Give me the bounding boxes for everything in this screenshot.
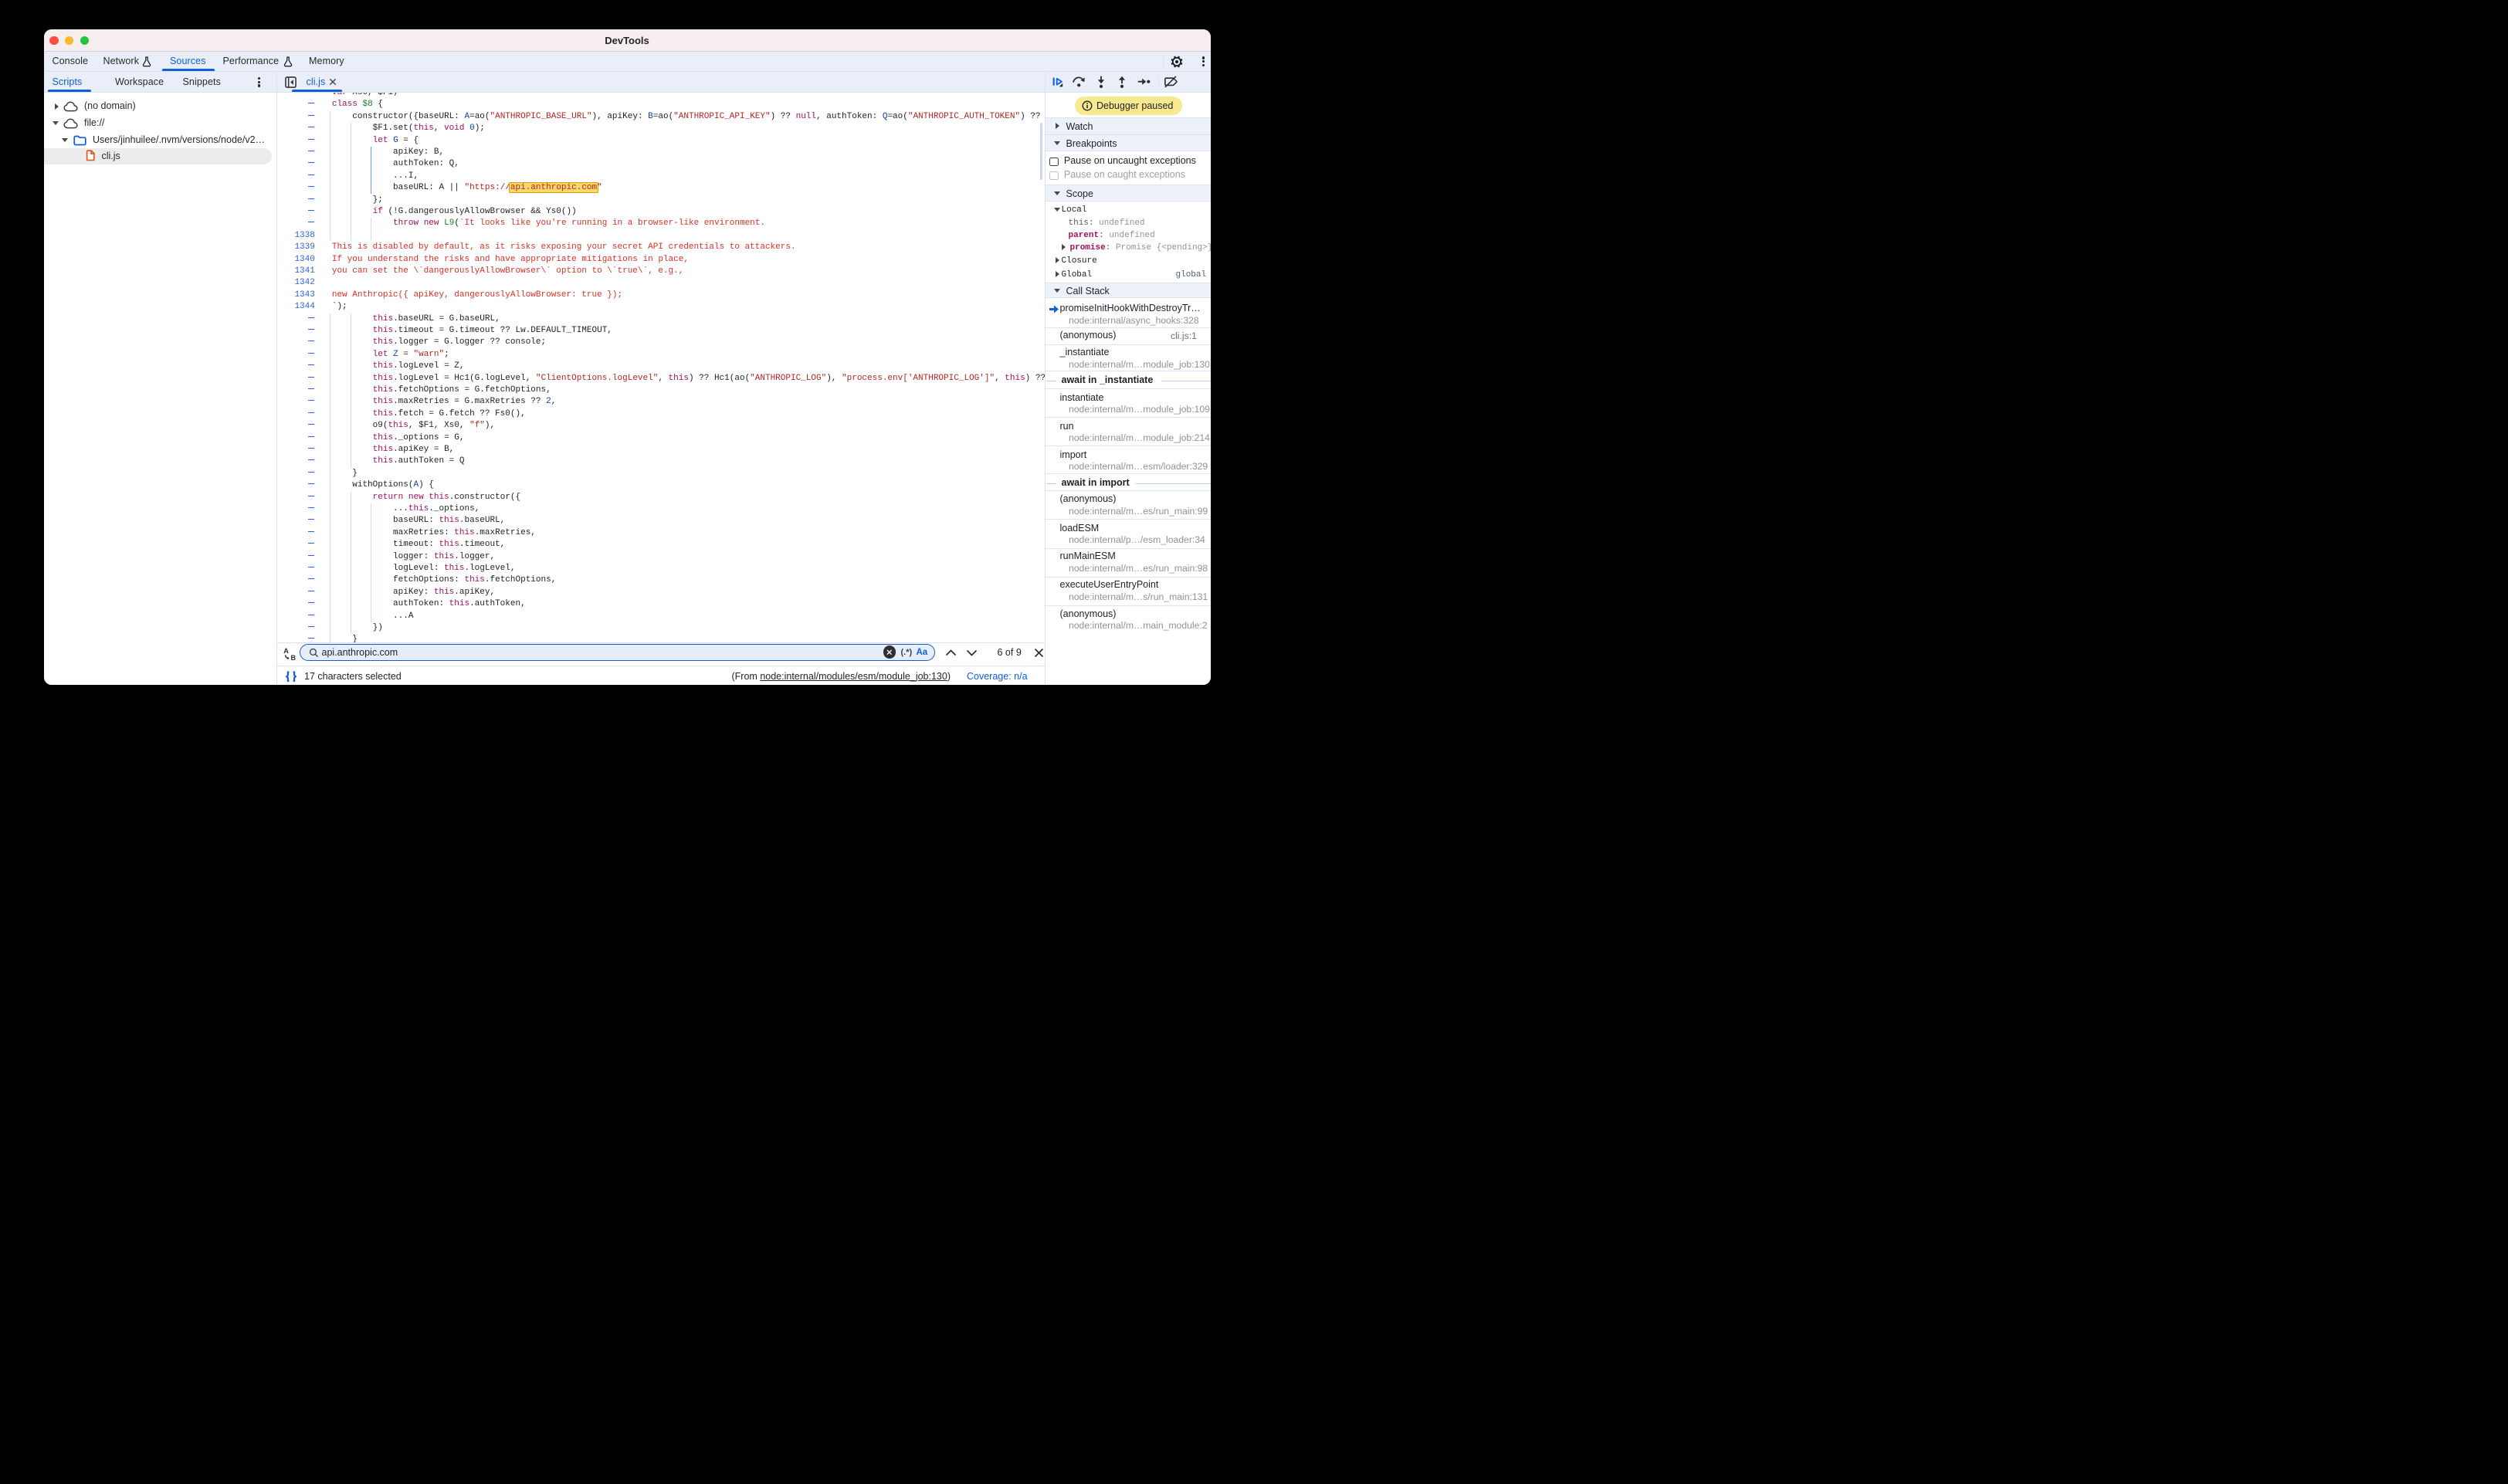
svg-text:A: A (283, 647, 289, 655)
svg-text:B: B (291, 654, 297, 661)
